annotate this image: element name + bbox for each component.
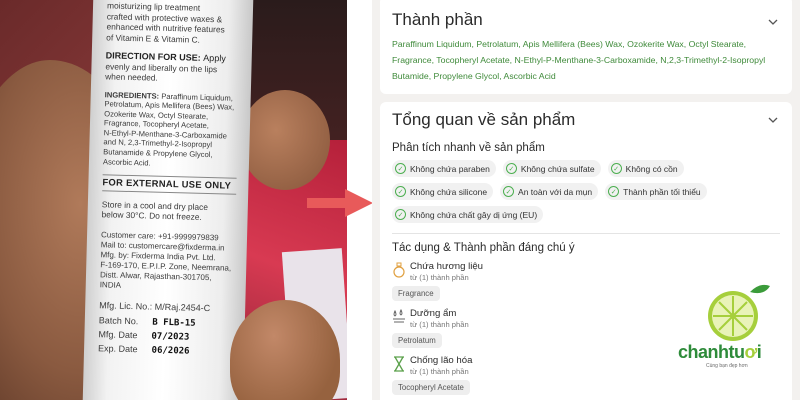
- effect-count: từ (1) thành phần: [410, 273, 469, 282]
- effect-count: từ (1) thành phần: [410, 320, 469, 329]
- effects-heading: Tác dụng & Thành phần đáng chú ý: [392, 242, 575, 254]
- effect-name: Chống lão hóa: [410, 355, 473, 366]
- chevron-down-icon[interactable]: [768, 114, 778, 124]
- analysis-badge: ✓ Không có cồn: [607, 160, 684, 177]
- quick-analysis-heading: Phân tích nhanh về sản phẩm: [392, 142, 545, 154]
- analysis-badge: ✓ Thành phần tối thiểu: [605, 183, 707, 200]
- lip-balm-tube-label: moisturizing lip treatment crafted with …: [82, 0, 254, 400]
- label-batch-label: Batch No.: [98, 315, 139, 327]
- label-batch-value: B FLB-15: [152, 317, 196, 330]
- arrow-right-icon: [307, 189, 373, 217]
- effect-count: từ (1) thành phần: [410, 367, 469, 376]
- label-care-line: INDIA: [99, 279, 122, 290]
- logo-tagline: Cùng bạn đẹp hơn: [706, 363, 748, 369]
- ingredients-card-title: Thành phần: [392, 10, 483, 29]
- ingredient-tag[interactable]: Fragrance: [392, 286, 440, 301]
- hourglass-icon: [394, 356, 404, 372]
- ingredient-tag[interactable]: Petrolatum: [392, 333, 442, 348]
- analysis-badge: ✓ An toàn với da mụn: [500, 183, 599, 200]
- perfume-icon: [393, 262, 405, 278]
- label-external-use: FOR EXTERNAL USE ONLY: [102, 174, 237, 195]
- label-direction-line: Apply: [203, 52, 226, 64]
- label-exp-label: Exp. Date: [97, 343, 138, 355]
- logo-wordmark: chanhtuơi: [678, 342, 762, 362]
- effect-name: Dưỡng ẩm: [410, 308, 457, 319]
- product-photo: moisturizing lip treatment crafted with …: [0, 0, 347, 400]
- effect-item: Chứa hương liệu từ (1) thành phần: [392, 261, 780, 282]
- check-circle-icon: ✓: [503, 186, 515, 197]
- check-circle-icon: ✓: [608, 186, 620, 197]
- chevron-down-icon[interactable]: [768, 16, 778, 26]
- ingredient-tag[interactable]: Tocopheryl Acetate: [392, 380, 470, 395]
- ingredients-card: Thành phần Paraffinum Liquidum, Petrolat…: [380, 0, 792, 94]
- label-direction-line: when needed.: [105, 71, 158, 83]
- finger-image: [240, 90, 330, 190]
- divider: [392, 233, 780, 234]
- moisture-drops-icon: [393, 309, 405, 323]
- label-exp-value: 06/2026: [151, 345, 190, 357]
- label-mfg-value: 07/2023: [151, 331, 190, 343]
- analysis-badge: ✓ Không chứa paraben: [392, 160, 496, 177]
- check-circle-icon: ✓: [505, 163, 517, 174]
- analysis-badge: ✓ Không chứa silicone: [392, 183, 494, 200]
- analysis-badge: ✓ Không chứa sulfate: [502, 160, 601, 177]
- label-mfg-label: Mfg. Date: [98, 329, 138, 341]
- analysis-badge: ✓ Không chứa chất gây dị ứng (EU): [392, 206, 544, 223]
- check-circle-icon: ✓: [610, 163, 622, 174]
- lime-logo-icon: [708, 284, 770, 341]
- check-circle-icon: ✓: [395, 163, 406, 174]
- quick-analysis-badges: ✓ Không chứa paraben ✓ Không chứa sulfate …: [392, 160, 780, 223]
- check-circle-icon: ✓: [395, 209, 406, 220]
- chanhtuoi-logo: chanhtuơi Cùng bạn đẹp hơn: [678, 280, 788, 380]
- label-store-line: below 30°C. Do not freeze.: [101, 209, 202, 223]
- effect-name: Chứa hương liệu: [410, 261, 484, 272]
- ingredients-list-text: Paraffinum Liquidum, Petrolatum, Apis Me…: [392, 39, 766, 81]
- label-license: Mfg. Lic. No.: M/Raj.2454-C: [99, 299, 211, 313]
- check-circle-icon: ✓: [395, 186, 406, 197]
- overview-card-title: Tổng quan về sản phẩm: [392, 110, 576, 129]
